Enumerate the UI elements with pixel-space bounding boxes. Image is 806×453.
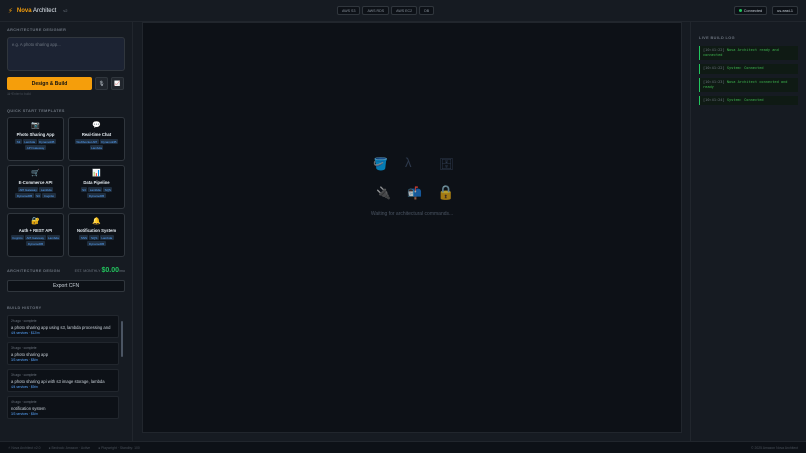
tag: API Gateway <box>25 145 46 150</box>
tag: Cognito <box>10 235 24 240</box>
tag: S3 <box>15 139 22 144</box>
service-chip[interactable]: AWS RDS <box>362 6 390 15</box>
canvas-area: 🪣 λ 🗄 🔌 📬 🔒 Waiting for architectural co… <box>133 22 690 441</box>
tag: WebSocket API <box>74 139 99 144</box>
status-bar: ⚡ Nova Architect v2.0 ● Bedrock: Amazon … <box>0 441 806 453</box>
tag: SQS <box>103 187 113 192</box>
tag: Lambda <box>89 145 104 150</box>
tag: Cognito <box>42 193 56 198</box>
bar-chart-icon: 📊 <box>92 170 101 177</box>
template-name: Data Pipeline <box>83 180 110 185</box>
service-filters: AWS S3 AWS RDS AWS EC2 DB <box>337 6 435 15</box>
database-icon: 🗄 <box>439 157 455 171</box>
tag: Lambda <box>39 187 54 192</box>
template-grid: 📷 Photo Sharing App S3 Lambda DynamoDB API … <box>7 117 125 257</box>
template-card[interactable]: 🛒 E-Commerce API API Gateway Lambda Dynamo… <box>7 165 64 209</box>
version-label: v2 <box>63 8 68 13</box>
waiting-message: Waiting for architectural commands... <box>370 211 454 217</box>
history-item[interactable]: 3h ago · complete a photo sharing app 3/… <box>7 342 119 365</box>
lock-icon: 🔐 <box>31 218 40 225</box>
history-item[interactable]: 4h ago · complete notification system 3/… <box>7 396 119 419</box>
plug-icon: 🔌 <box>376 186 391 200</box>
templates-title: QUICK START TEMPLATES <box>7 109 65 113</box>
microphone-icon[interactable]: 🎙 <box>95 77 108 90</box>
footer-item: ● Playwright · Standby: 100 <box>98 445 140 450</box>
template-card[interactable]: 📷 Photo Sharing App S3 Lambda DynamoDB API … <box>7 117 64 161</box>
region-selector[interactable]: us-east-1 <box>772 6 798 15</box>
service-chip[interactable]: AWS EC2 <box>391 6 418 15</box>
history-title: BUILD HISTORY <box>7 306 42 310</box>
tag: SNS <box>79 235 89 240</box>
footer-item: ⚡ Nova Architect v2.0 <box>8 445 41 450</box>
tag: DynamoDB <box>37 139 56 144</box>
architecture-title: ARCHITECTURE DESIGN <box>7 269 61 273</box>
history-item[interactable]: 3h ago · complete a photo sharing api wi… <box>7 369 119 392</box>
log-entry: [10:41:23] Nova Architect connected and … <box>699 77 798 93</box>
bucket-icon: 🪣 <box>373 157 388 171</box>
chat-bubble-icon: 💬 <box>92 122 101 129</box>
lock-icon: 🔒 <box>437 184 455 200</box>
scrollbar-thumb[interactable] <box>121 321 123 357</box>
chart-icon[interactable]: 📈 <box>111 77 124 90</box>
tag: DynamoDB <box>15 193 34 198</box>
log-list: [10:41:22] Nova Architect ready and conn… <box>699 46 798 106</box>
tag: API Gateway <box>24 235 46 240</box>
template-name: Photo Sharing App <box>16 132 55 137</box>
tag: S3 <box>80 187 88 192</box>
tag: Lambda <box>46 235 61 240</box>
left-sidebar: ARCHITECTURE DESIGNER e.g. A photo shari… <box>0 22 133 441</box>
tag: SQS <box>89 235 99 240</box>
template-name: E-Commerce API <box>18 180 53 185</box>
tag: Lambda <box>88 187 103 192</box>
template-name: Auth + REST API <box>18 228 53 233</box>
tag: DynamoDB <box>87 241 106 246</box>
prompt-input[interactable]: e.g. A photo sharing app... <box>7 37 125 71</box>
template-card[interactable]: 📊 Data Pipeline S3 Lambda SQS DynamoDB <box>68 165 125 209</box>
tag: Lambda <box>22 139 37 144</box>
history-item[interactable]: 2h ago · complete a photo sharing app us… <box>7 315 119 338</box>
monthly-cost: EST. MONTHLY $0.00/mo <box>74 267 125 274</box>
copyright: © 2025 Amazon Nova Architect <box>751 445 798 450</box>
footer-item: ● Bedrock: Amazon · Active <box>48 445 91 450</box>
template-card[interactable]: 💬 Real-time Chat WebSocket API DynamoDB La… <box>68 117 125 161</box>
log-entry: [10:41:22] System: Connected <box>699 64 798 74</box>
designer-title: ARCHITECTURE DESIGNER <box>7 28 67 32</box>
architecture-canvas[interactable]: 🪣 λ 🗄 🔌 📬 🔒 Waiting for architectural co… <box>142 22 682 433</box>
service-chip[interactable]: AWS S3 <box>337 6 361 15</box>
app-header: ⚡ Nova Architect v2 AWS S3 AWS RDS AWS E… <box>0 0 806 22</box>
template-name: Real-time Chat <box>81 132 112 137</box>
connection-status: Connected <box>733 6 768 15</box>
camera-icon: 📷 <box>31 122 40 129</box>
tag: API Gateway <box>17 187 39 192</box>
export-cfn-button[interactable]: Export CFN <box>7 280 125 292</box>
tag: S3 <box>34 193 42 198</box>
bolt-icon: ⚡ <box>8 7 13 15</box>
log-entry: [10:41:22] Nova Architect ready and conn… <box>699 46 798 61</box>
status-dot-icon <box>738 9 742 12</box>
service-chip[interactable]: DB <box>419 6 435 15</box>
cart-icon: 🛒 <box>31 170 40 177</box>
shortcut-hint: ⌘+Enter to build <box>7 92 31 96</box>
log-title: LIVE BUILD LOG <box>699 36 735 40</box>
brand-name: Nova Architect <box>16 7 57 14</box>
tag: Lambda <box>99 235 114 240</box>
queue-icon: 📬 <box>407 186 422 200</box>
design-build-button[interactable]: Design & Build <box>7 77 92 90</box>
history-scrollbar[interactable] <box>121 317 124 418</box>
lambda-icon: λ <box>405 155 412 170</box>
template-card[interactable]: 🔔 Notification System SNS SQS Lambda Dynamo… <box>68 213 125 257</box>
template-name: Notification System <box>76 228 117 233</box>
bell-icon: 🔔 <box>92 218 101 225</box>
log-entry: [10:41:24] System: Connected <box>699 96 798 106</box>
template-card[interactable]: 🔐 Auth + REST API Cognito API Gateway Lamb… <box>7 213 64 257</box>
tag: DynamoDB <box>87 193 106 198</box>
tag: DynamoDB <box>26 241 45 246</box>
logo: ⚡ Nova Architect v2 <box>8 7 68 15</box>
history-list: 2h ago · complete a photo sharing app us… <box>7 315 125 420</box>
tag: DynamoDB <box>99 139 119 144</box>
build-log-panel: LIVE BUILD LOG [10:41:22] Nova Architect… <box>690 22 806 441</box>
